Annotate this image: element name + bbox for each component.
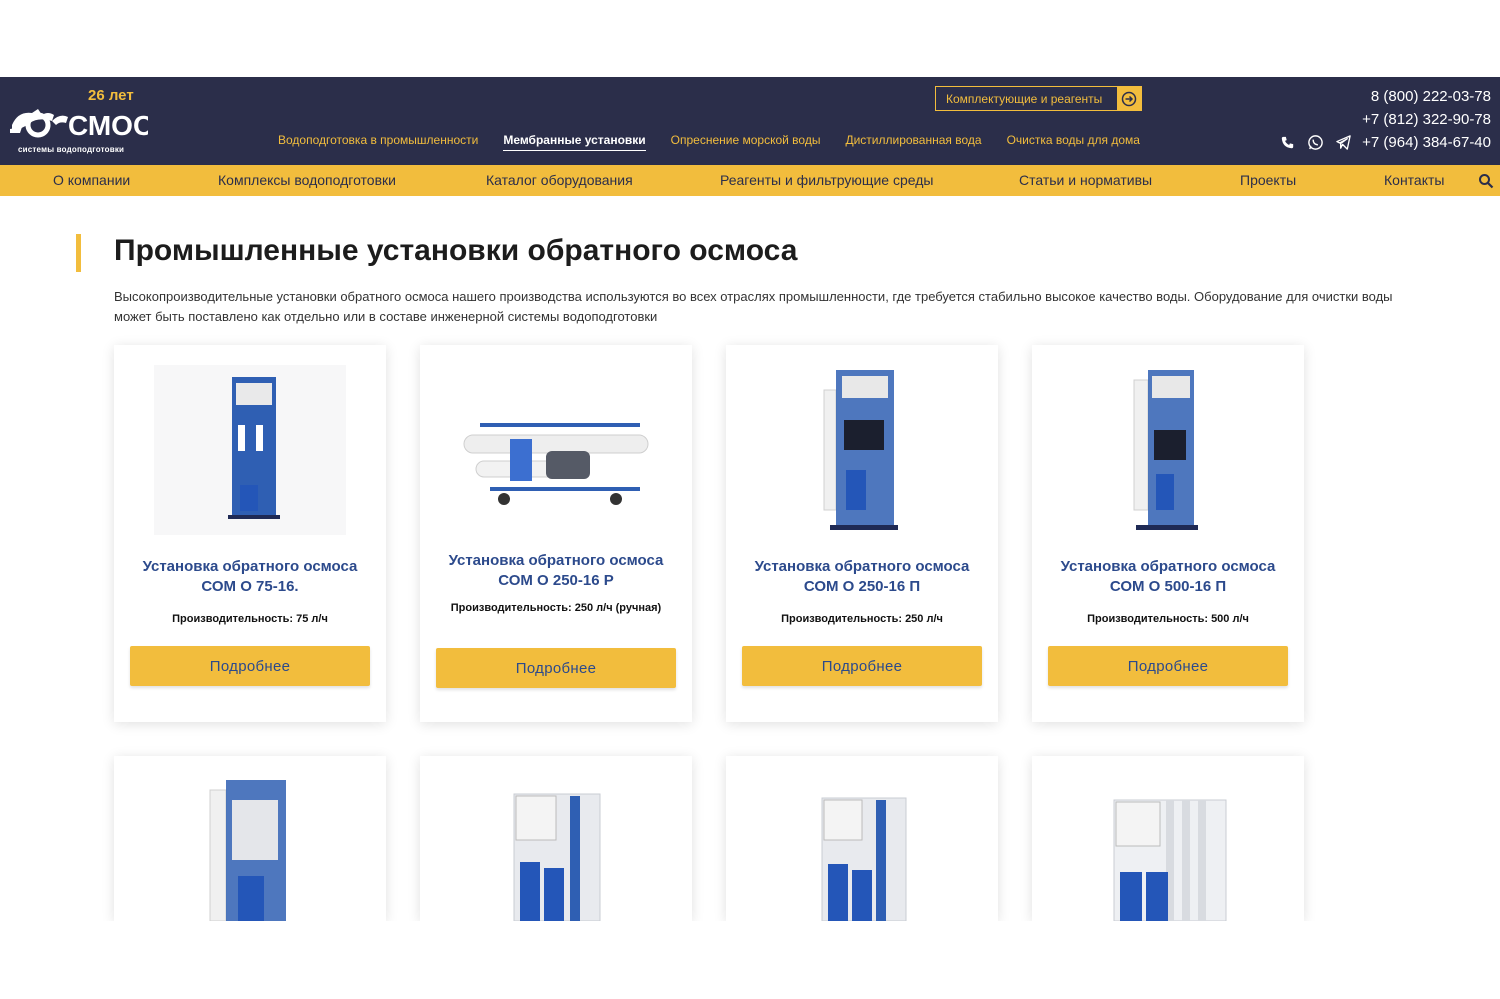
product-image <box>463 423 649 505</box>
topnav-home[interactable]: Очистка воды для дома <box>1007 133 1140 151</box>
top-navigation: Водоподготовка в промышленности Мембранн… <box>278 133 1165 151</box>
details-button[interactable]: Подробнее <box>1048 646 1288 686</box>
main-navigation: О компании Комплексы водоподготовки Ката… <box>0 165 1500 196</box>
page-title: Промышленные установки обратного осмоса <box>114 234 798 267</box>
logo-tagline: системы водоподготовки <box>18 145 125 154</box>
product-image <box>821 797 907 921</box>
top-whitespace <box>0 0 1500 77</box>
components-reagents-label: Комплектующие и реагенты <box>946 91 1103 106</box>
topnav-industrial[interactable]: Водоподготовка в промышленности <box>278 133 478 151</box>
product-card[interactable] <box>114 756 386 921</box>
site-header: 26 лет СМОС системы водоподготовки Компл… <box>0 77 1500 165</box>
intro-text: Высокопроизводительные установки обратно… <box>114 289 1393 324</box>
arrow-right-circle-icon <box>1117 87 1141 110</box>
product-card[interactable]: Установка обратного осмоса СОМ О 250-16 … <box>420 345 692 722</box>
product-card[interactable]: Установка обратного осмоса СОМ О 250-16 … <box>726 345 998 722</box>
product-performance: Производительность: 75 л/ч <box>172 613 328 625</box>
product-title[interactable]: Установка обратного осмоса СОМ О 250-16 … <box>736 557 988 597</box>
logo-years: 26 лет <box>88 87 134 104</box>
phone-number-1[interactable]: 8 (800) 222-03-78 <box>1278 85 1491 108</box>
nav-complexes[interactable]: Комплексы водоподготовки <box>218 172 396 188</box>
product-image <box>154 365 346 535</box>
logo[interactable]: 26 лет СМОС системы водоподготовки <box>8 85 148 159</box>
product-card[interactable] <box>420 756 692 921</box>
whatsapp-icon[interactable] <box>1306 134 1324 152</box>
phone-number-3[interactable]: +7 (964) 384-67-40 <box>1362 131 1491 154</box>
nav-catalog[interactable]: Каталог оборудования <box>486 172 633 188</box>
product-image <box>1133 370 1198 530</box>
search-icon[interactable] <box>1478 173 1494 189</box>
product-title[interactable]: Установка обратного осмоса СОМ О 500-16 … <box>1042 557 1294 597</box>
components-reagents-button[interactable]: Комплектующие и реагенты <box>935 86 1142 111</box>
details-button[interactable]: Подробнее <box>436 648 676 688</box>
product-card[interactable] <box>726 756 998 921</box>
product-image <box>823 370 898 530</box>
nav-projects[interactable]: Проекты <box>1240 172 1296 188</box>
product-image <box>1113 799 1227 921</box>
phone-number-2[interactable]: +7 (812) 322-90-78 <box>1278 108 1491 131</box>
phone-block: 8 (800) 222-03-78 +7 (812) 322-90-78 +7 … <box>1278 85 1491 154</box>
topnav-distilled[interactable]: Дистиллированная вода <box>845 133 981 151</box>
topnav-membrane[interactable]: Мембранные установки <box>503 133 646 151</box>
product-card[interactable] <box>1032 756 1304 921</box>
nav-reagents[interactable]: Реагенты и фильтрующие среды <box>720 172 933 188</box>
product-performance: Производительность: 250 л/ч <box>781 613 943 625</box>
details-button[interactable]: Подробнее <box>742 646 982 686</box>
product-title[interactable]: Установка обратного осмоса СОМ О 250-16 … <box>430 551 682 591</box>
svg-text:СМОС: СМОС <box>68 110 148 141</box>
product-performance: Производительность: 250 л/ч (ручная) <box>450 602 662 614</box>
product-image <box>209 780 286 921</box>
product-title[interactable]: Установка обратного осмоса СОМ О 75-16. <box>124 557 376 597</box>
details-button[interactable]: Подробнее <box>130 646 370 686</box>
title-accent-bar <box>76 234 81 272</box>
phone-icon[interactable] <box>1278 134 1296 152</box>
nav-contacts[interactable]: Контакты <box>1384 172 1444 188</box>
telegram-icon[interactable] <box>1334 134 1352 152</box>
nav-about[interactable]: О компании <box>53 172 130 188</box>
product-card[interactable]: Установка обратного осмоса СОМ О 75-16. … <box>114 345 386 722</box>
product-card[interactable]: Установка обратного осмоса СОМ О 500-16 … <box>1032 345 1304 722</box>
bottom-whitespace <box>0 921 1500 999</box>
nav-articles[interactable]: Статьи и нормативы <box>1019 172 1152 188</box>
topnav-seawater[interactable]: Опреснение морской воды <box>671 133 821 151</box>
logo-mark-icon: СМОС <box>10 109 148 141</box>
product-image <box>513 793 601 921</box>
product-performance: Производительность: 500 л/ч <box>1087 613 1249 625</box>
